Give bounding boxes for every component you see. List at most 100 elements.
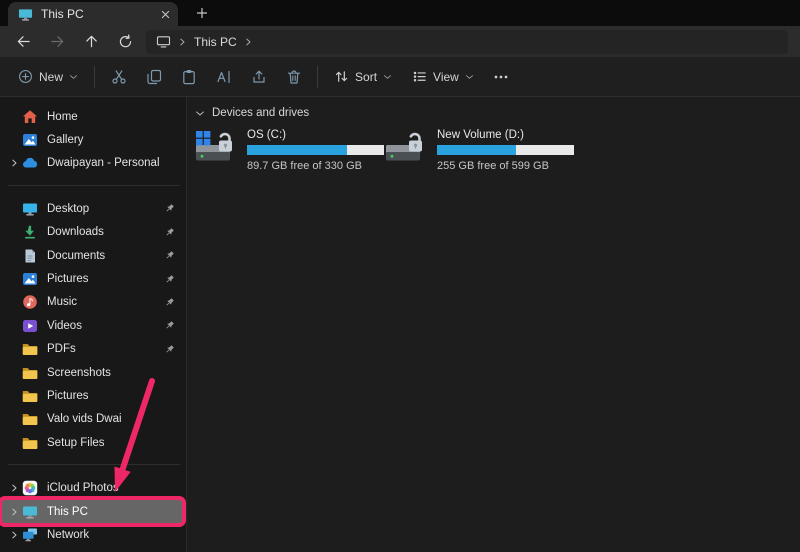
- new-button[interactable]: New: [8, 62, 88, 92]
- view-button-label: View: [433, 70, 459, 84]
- sidebar-item-label: Home: [47, 111, 182, 123]
- tab-this-pc[interactable]: This PC: [8, 2, 178, 26]
- close-icon: [161, 10, 170, 19]
- arrow-up-icon: [84, 34, 99, 49]
- rename-button[interactable]: [206, 62, 241, 92]
- delete-button[interactable]: [276, 62, 311, 92]
- chevron-down-icon: [195, 110, 205, 117]
- expand-chevron[interactable]: [6, 530, 22, 540]
- chevron-right-icon: [11, 483, 18, 493]
- group-header-label: Devices and drives: [212, 107, 309, 119]
- pin-icon: [164, 320, 175, 331]
- sidebar-item-pdfs[interactable]: PDFs: [2, 338, 182, 361]
- chevron-right-icon[interactable]: [245, 37, 252, 47]
- download-icon: [22, 224, 38, 240]
- sidebar-item-label: Music: [47, 296, 164, 308]
- sidebar-item-home[interactable]: Home: [2, 105, 182, 128]
- file-explorer-window: This PC This PC New Sort: [0, 0, 800, 552]
- expand-chevron[interactable]: [6, 507, 22, 517]
- sort-button[interactable]: Sort: [324, 62, 402, 92]
- sidebar-item-label: Pictures: [47, 390, 182, 402]
- breadcrumb-segment[interactable]: This PC: [194, 35, 237, 49]
- drive-os-c[interactable]: OS (C:) 89.7 GB free of 330 GB: [194, 127, 384, 172]
- drive-name: OS (C:): [247, 129, 384, 141]
- sidebar-item-screenshots[interactable]: Screenshots: [2, 361, 182, 384]
- drive-usage-bar: [437, 145, 574, 155]
- forward-button[interactable]: [40, 29, 74, 55]
- tab-title: This PC: [41, 7, 148, 21]
- new-tab-button[interactable]: [190, 1, 214, 25]
- this-pc-icon: [22, 504, 38, 520]
- chevron-down-icon: [69, 74, 78, 80]
- sidebar-item-label: PDFs: [47, 343, 164, 355]
- chevron-down-icon: [465, 74, 474, 80]
- sidebar-item-label: Dwaipayan - Personal: [47, 157, 182, 169]
- expand-chevron[interactable]: [6, 158, 22, 168]
- drive-usage-fill: [247, 145, 347, 155]
- navigation-pane: Home Gallery Dwaipayan - Personal Desktop Do…: [0, 97, 187, 552]
- share-button[interactable]: [241, 62, 276, 92]
- drive-free-space: 89.7 GB free of 330 GB: [247, 160, 384, 172]
- ellipsis-icon: [493, 69, 509, 85]
- sidebar-item-pictures[interactable]: Pictures: [2, 384, 182, 407]
- folder-icon: [22, 341, 38, 357]
- toolbar-separator: [317, 66, 318, 88]
- sidebar-item-this-pc-highlighted[interactable]: This PC: [2, 500, 182, 523]
- back-button[interactable]: [6, 29, 40, 55]
- gallery-icon: [22, 132, 38, 148]
- folder-icon: [22, 411, 38, 427]
- arrow-right-icon: [50, 34, 65, 49]
- sidebar-item-dwaipayan-personal[interactable]: Dwaipayan - Personal: [2, 152, 182, 175]
- refresh-icon: [118, 34, 133, 49]
- sidebar-item-label: Gallery: [47, 134, 182, 146]
- onedrive-cloud-icon: [22, 155, 38, 171]
- sidebar-item-documents[interactable]: Documents: [2, 244, 182, 267]
- pin-icon: [164, 250, 175, 261]
- music-icon: [22, 294, 38, 310]
- copy-button[interactable]: [136, 62, 171, 92]
- folder-icon: [22, 388, 38, 404]
- group-header-devices-and-drives[interactable]: Devices and drives: [194, 105, 800, 121]
- rename-icon: [216, 69, 232, 85]
- cut-button[interactable]: [101, 62, 136, 92]
- pin-icon: [164, 297, 175, 308]
- drive-usage-fill: [437, 145, 516, 155]
- chevron-right-icon: [11, 507, 18, 517]
- sidebar-item-gallery[interactable]: Gallery: [2, 128, 182, 151]
- items-view: Devices and drives OS (C:) 89.7 GB free o…: [187, 97, 800, 552]
- sidebar-item-videos[interactable]: Videos: [2, 314, 182, 337]
- refresh-button[interactable]: [108, 29, 142, 55]
- sidebar-item-label: Videos: [47, 320, 164, 332]
- sidebar-item-downloads[interactable]: Downloads: [2, 221, 182, 244]
- cut-icon: [111, 69, 127, 85]
- sidebar-item-label: This PC: [47, 506, 182, 518]
- sidebar-item-valo-vids-dwai[interactable]: Valo vids Dwai: [2, 408, 182, 431]
- tab-bar: This PC: [0, 0, 800, 26]
- sidebar-item-label: Network: [47, 529, 182, 541]
- document-icon: [22, 248, 38, 264]
- sidebar-item-pictures[interactable]: Pictures: [2, 267, 182, 290]
- drive-usage-bar: [247, 145, 384, 155]
- address-bar[interactable]: This PC: [146, 30, 788, 54]
- sidebar-item-icloud-photos[interactable]: iCloud Photos: [2, 476, 182, 499]
- paste-icon: [181, 69, 197, 85]
- plus-circle-icon: [18, 69, 33, 84]
- sidebar-item-network[interactable]: Network: [2, 523, 182, 546]
- view-button[interactable]: View: [402, 62, 484, 92]
- sidebar-item-music[interactable]: Music: [2, 291, 182, 314]
- sidebar-item-desktop[interactable]: Desktop: [2, 197, 182, 220]
- video-icon: [22, 318, 38, 334]
- delete-icon: [286, 69, 302, 85]
- sidebar-item-label: Desktop: [47, 203, 164, 215]
- pin-icon: [164, 227, 175, 238]
- drive-new-volume-d[interactable]: New Volume (D:)255 GB free of 599 GB: [384, 127, 574, 172]
- network-icon: [22, 527, 38, 543]
- up-button[interactable]: [74, 29, 108, 55]
- close-tab-button[interactable]: [156, 5, 174, 23]
- more-options-button[interactable]: [484, 62, 519, 92]
- expand-chevron[interactable]: [6, 483, 22, 493]
- sidebar-item-setup-files[interactable]: Setup Files: [2, 431, 182, 454]
- sidebar-item-label: Pictures: [47, 273, 164, 285]
- paste-button[interactable]: [171, 62, 206, 92]
- drive-bitlocker-icon: [384, 128, 428, 166]
